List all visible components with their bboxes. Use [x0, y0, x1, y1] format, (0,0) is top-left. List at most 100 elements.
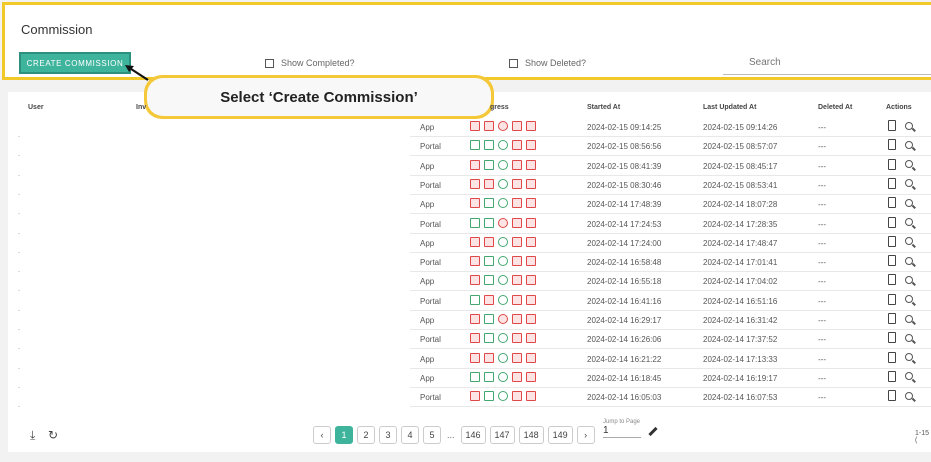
- clipboard-icon[interactable]: [888, 390, 896, 402]
- show-deleted-checkbox[interactable]: Show Deleted?: [509, 58, 586, 68]
- search-icon[interactable]: [905, 314, 913, 323]
- clipboard-icon[interactable]: [888, 313, 896, 324]
- table-row[interactable]: App 2024-02-14 17:24:00 2024-02-14 17:48…: [410, 233, 931, 253]
- clipboard-icon[interactable]: [888, 158, 896, 170]
- prev-page-button[interactable]: ‹: [313, 426, 331, 444]
- search-icon[interactable]: [905, 121, 913, 130]
- refresh-icon[interactable]: ↻: [48, 428, 58, 442]
- deleted-cell: ---: [818, 200, 826, 210]
- clipboard-icon[interactable]: [888, 370, 896, 382]
- clipboard-icon[interactable]: [888, 216, 896, 228]
- row-divider: [18, 251, 20, 253]
- search-icon[interactable]: [905, 140, 913, 149]
- clipboard-icon[interactable]: [888, 332, 896, 344]
- form-icon: [470, 333, 480, 344]
- table-row[interactable]: App 2024-02-14 16:21:22 2024-02-14 17:13…: [410, 349, 931, 369]
- search-icon[interactable]: [905, 256, 913, 265]
- form-icon: [470, 198, 480, 209]
- table-row[interactable]: Portal 2024-02-14 16:05:03 2024-02-14 16…: [410, 387, 931, 408]
- download-icon[interactable]: ⤓: [30, 428, 35, 443]
- started-cell: 2024-02-15 09:14:25: [587, 123, 662, 132]
- gear-icon: [498, 371, 508, 382]
- search-icon[interactable]: [905, 333, 913, 342]
- updated-cell: 2024-02-14 16:19:17: [703, 373, 778, 383]
- next-page-button[interactable]: ›: [576, 426, 595, 444]
- table-row[interactable]: Portal 2024-02-14 16:58:48 2024-02-14 17…: [410, 252, 931, 273]
- column-deleted-at[interactable]: Deleted At: [818, 104, 852, 111]
- page-button[interactable]: 4: [401, 426, 419, 444]
- row-actions: [888, 216, 913, 228]
- column-started-at[interactable]: Started At: [587, 104, 620, 111]
- search-input[interactable]: [723, 51, 931, 74]
- clipboard-icon[interactable]: [888, 197, 896, 209]
- search-field[interactable]: [723, 51, 931, 75]
- callout-text: Select ‘Create Commission’: [147, 78, 491, 116]
- search-icon[interactable]: [905, 160, 913, 169]
- row-actions: [888, 139, 913, 151]
- column-inv[interactable]: Inv: [136, 104, 146, 111]
- table-row[interactable]: App 2024-02-14 16:29:17 2024-02-14 16:31…: [410, 310, 931, 330]
- form-icon: [470, 371, 480, 382]
- search-icon[interactable]: [905, 372, 913, 381]
- checkbox-box[interactable]: [265, 58, 274, 68]
- search-icon[interactable]: [905, 353, 913, 362]
- page-button[interactable]: 3: [379, 426, 397, 444]
- gear-icon: [498, 236, 508, 247]
- column-user[interactable]: User: [28, 104, 44, 111]
- page-button[interactable]: 1: [335, 426, 353, 444]
- jump-input[interactable]: 1: [603, 425, 641, 438]
- progress-icons: [470, 140, 536, 151]
- table-row[interactable]: Portal 2024-02-14 16:26:06 2024-02-14 17…: [410, 329, 931, 350]
- clipboard-icon[interactable]: [888, 177, 896, 189]
- checklist-icon: [512, 352, 522, 363]
- row-divider: [18, 271, 20, 273]
- create-commission-button[interactable]: CREATE COMMISSION: [19, 52, 131, 74]
- column-progress[interactable]: gress: [490, 104, 509, 111]
- search-icon[interactable]: [905, 237, 913, 246]
- table-row[interactable]: Portal 2024-02-14 17:24:53 2024-02-14 17…: [410, 214, 931, 234]
- clipboard-icon[interactable]: [888, 120, 896, 131]
- camera-icon: [526, 121, 536, 131]
- pointer-arrow-icon: [125, 65, 149, 81]
- form-icon: [470, 256, 480, 267]
- page-button[interactable]: 147: [489, 426, 515, 444]
- progress-icons: [470, 352, 536, 363]
- page-button[interactable]: 146: [460, 426, 486, 444]
- column-last-updated-at[interactable]: Last Updated At: [703, 104, 756, 111]
- gear-icon: [498, 159, 508, 170]
- row-actions: [888, 255, 913, 267]
- clipboard-icon[interactable]: [888, 274, 896, 286]
- clipboard-icon[interactable]: [888, 293, 896, 305]
- table-row[interactable]: Portal 2024-02-15 08:30:46 2024-02-15 08…: [410, 175, 931, 195]
- search-icon[interactable]: [905, 179, 913, 188]
- table-row[interactable]: App 2024-02-14 16:18:45 2024-02-14 16:19…: [410, 368, 931, 388]
- row-actions: [888, 390, 913, 402]
- table-row[interactable]: App 2024-02-15 08:41:39 2024-02-15 08:45…: [410, 156, 931, 176]
- table-row[interactable]: Portal 2024-02-15 08:56:56 2024-02-15 08…: [410, 136, 931, 157]
- checklist-icon: [512, 371, 522, 382]
- page-button[interactable]: 149: [547, 426, 573, 444]
- table-row[interactable]: App 2024-02-14 16:55:18 2024-02-14 17:04…: [410, 271, 931, 292]
- table-row[interactable]: App 2024-02-15 09:14:25 2024-02-15 09:14…: [410, 117, 931, 137]
- clipboard-icon[interactable]: [888, 235, 896, 247]
- source-cell: Portal: [420, 258, 441, 268]
- page-button[interactable]: 148: [518, 426, 544, 444]
- updated-cell: 2024-02-14 18:07:28: [703, 200, 778, 210]
- pager-ellipsis: ...: [447, 430, 455, 440]
- search-icon[interactable]: [905, 295, 913, 304]
- search-icon[interactable]: [905, 198, 913, 207]
- page-button[interactable]: 2: [357, 426, 375, 444]
- camera-icon: [526, 352, 536, 363]
- search-icon[interactable]: [905, 218, 913, 226]
- checkbox-box[interactable]: [509, 58, 518, 68]
- table-row[interactable]: App 2024-02-14 17:48:39 2024-02-14 18:07…: [410, 194, 931, 215]
- clipboard-icon[interactable]: [888, 255, 896, 267]
- search-icon[interactable]: [905, 391, 913, 400]
- show-completed-checkbox[interactable]: Show Completed?: [265, 58, 355, 68]
- document-icon: [484, 217, 494, 228]
- clipboard-icon[interactable]: [888, 351, 896, 363]
- search-icon[interactable]: [905, 275, 913, 284]
- page-button[interactable]: 5: [423, 426, 441, 444]
- table-row[interactable]: Portal 2024-02-14 16:41:16 2024-02-14 16…: [410, 291, 931, 311]
- clipboard-icon[interactable]: [888, 139, 896, 151]
